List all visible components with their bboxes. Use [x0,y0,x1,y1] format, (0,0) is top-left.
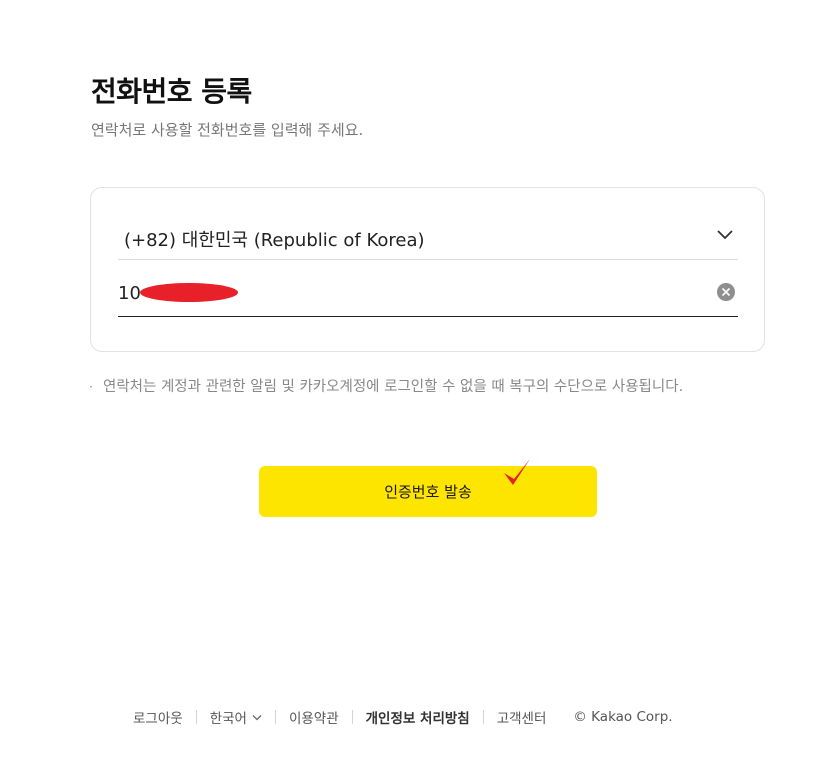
clear-icon [721,287,731,297]
footer-privacy-link[interactable]: 개인정보 처리방침 [366,707,470,727]
chevron-down-icon [252,714,262,720]
copyright-text: © Kakao Corp. [573,709,673,725]
page-title: 전화번호 등록 [91,75,252,108]
footer-divider [482,710,484,724]
phone-field [118,268,738,317]
footer-support-link[interactable]: 고객센터 [497,707,547,727]
language-select[interactable]: 한국어 [210,707,262,727]
footer-terms-link[interactable]: 이용약관 [289,707,339,727]
checkmark-icon [504,459,530,485]
country-select[interactable]: (+82) 대한민국 (Republic of Korea) [118,212,738,260]
notice-body: 연락처는 계정과 관련한 알림 및 카카오계정에 로그인할 수 없을 때 복구의… [103,379,684,395]
clear-input-button[interactable] [717,283,735,301]
footer-divider [351,710,353,724]
redaction-mark [140,283,238,302]
phone-registration-page: 전화번호 등록 연락처로 사용할 전화번호를 입력해 주세요. (+82) 대한… [0,0,828,759]
send-verification-button[interactable]: 인증번호 발송 [259,466,597,517]
footer-divider [274,710,276,724]
notice-bullet: · [89,380,93,394]
footer-logout-link[interactable]: 로그아웃 [133,707,183,727]
country-select-label: (+82) 대한민국 (Republic of Korea) [124,230,425,251]
footer: 로그아웃 한국어 이용약관 개인정보 처리방침 고객센터 © Kakao Cor… [133,707,673,727]
chevron-down-icon [717,230,733,240]
footer-divider [195,710,197,724]
phone-form-card: (+82) 대한민국 (Republic of Korea) [90,187,765,352]
language-label: 한국어 [209,711,247,727]
page-subtitle: 연락처로 사용할 전화번호를 입력해 주세요. [91,121,364,139]
notice-text: · 연락처는 계정과 관련한 알림 및 카카오계정에 로그인할 수 없을 때 복… [88,374,763,400]
